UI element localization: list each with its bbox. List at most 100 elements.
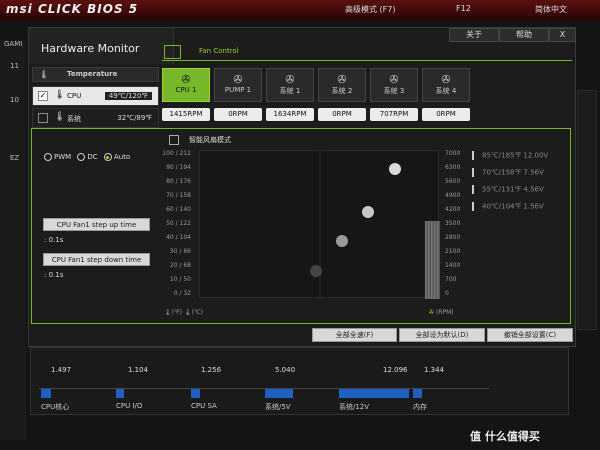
fan-icon: ✇	[181, 73, 191, 86]
hardware-monitor-dialog: Hardware Monitor 关于 帮助 X Fan Control 🌡 T…	[28, 27, 576, 347]
close-button[interactable]: X	[549, 28, 576, 42]
temp-unit-label: 🌡(℉) 🌡(℃)	[164, 309, 203, 316]
voltage-value: 5.040	[275, 366, 296, 374]
threshold-volt: 4.56V	[523, 185, 544, 194]
fan-tab-label: 系统 4	[435, 87, 457, 95]
bg-label-ez: EZ	[10, 154, 20, 162]
rpm-axis-tick: 6300	[445, 164, 461, 171]
rpm-axis-tick: 5600	[445, 178, 461, 185]
bg-label-10: 10	[10, 96, 19, 104]
voltage-value: 12.096	[383, 366, 408, 374]
step-down-time-button[interactable]: CPU Fan1 step down time	[43, 253, 150, 266]
fan-control-tab[interactable]: Fan Control	[199, 47, 299, 61]
temperature-header-label: Temperature	[67, 70, 118, 78]
curve-point-1[interactable]	[310, 265, 322, 277]
voltage-label: CPU SA	[191, 402, 217, 410]
undo-all-button[interactable]: 撤销全部设置(C)	[487, 328, 573, 342]
fan-rpm-sys4: 0RPM	[422, 108, 470, 121]
voltage-threshold-list: 85℃/185℉ 12.00V 70℃/158℉ 7.56V 55℃/131℉ …	[472, 151, 572, 221]
temp-axis-tick: 20 / 68	[169, 262, 191, 269]
temp-axis-tick: 60 / 140	[166, 206, 191, 213]
help-button[interactable]: 帮助	[499, 28, 549, 42]
threshold-temp: 70℃/158℉	[482, 168, 522, 177]
temp-axis-tick: 30 / 86	[169, 248, 191, 255]
about-button[interactable]: 关于	[449, 28, 499, 42]
voltage-bar-dram	[413, 389, 422, 398]
temp-cpu-checkbox[interactable]: ✓	[38, 91, 48, 101]
threshold-volt: 12.00V	[523, 151, 549, 160]
fan-tab-pump1[interactable]: ✇ PUMP 1	[214, 68, 262, 102]
advanced-mode-button[interactable]: 高级模式 (F7)	[345, 4, 395, 15]
temp-axis-tick: 90 / 194	[166, 164, 191, 171]
temp-axis-tick: 70 / 158	[166, 192, 191, 199]
fan-rpm-cpu1: 1415RPM	[162, 108, 210, 121]
bg-label-11: 11	[10, 62, 19, 70]
threshold-marker	[472, 202, 474, 211]
auto-label: Auto	[113, 153, 131, 161]
threshold-row: 70℃/158℉ 7.56V	[472, 168, 544, 177]
f12-screenshot-button[interactable]: F12	[456, 4, 471, 13]
temp-row-cpu[interactable]: ✓ 🌡 CPU 49℃/120℉	[32, 86, 159, 106]
temp-system-checkbox[interactable]	[38, 113, 48, 123]
voltage-bar-12v	[339, 389, 409, 398]
curve-point-3[interactable]	[362, 206, 374, 218]
fan-icon: ✇	[389, 73, 399, 86]
rpm-axis-tick: 7000	[445, 150, 461, 157]
temp-unit-f: (℉)	[171, 309, 183, 316]
threshold-volt: 1.56V	[523, 202, 544, 211]
fan-mode-selector: PWM DC Auto	[44, 153, 130, 161]
voltage-value: 1.256	[201, 366, 222, 374]
voltage-label: 内存	[413, 403, 427, 411]
fan-tab-label: CPU 1	[175, 86, 197, 94]
fan-curve-graph[interactable]	[199, 150, 440, 299]
temp-axis-tick: 100 / 212	[162, 150, 191, 157]
msi-logo: msi CLICK BIOS 5	[6, 2, 139, 16]
temp-axis-tick: 40 / 104	[166, 234, 191, 241]
fan-tab-sys1[interactable]: ✇ 系统 1	[266, 68, 314, 102]
dialog-title: Hardware Monitor	[41, 42, 140, 55]
language-button[interactable]: 简体中文	[535, 4, 567, 15]
fan-control-underline	[162, 60, 572, 61]
rpm-unit-label: ✇ (RPM)	[429, 309, 454, 316]
temp-axis-tick: 50 / 122	[166, 220, 191, 227]
rpm-axis: 7000 6300 5600 4900 4200 3500 2800 2100 …	[445, 150, 475, 300]
voltage-bar-5v	[265, 389, 293, 398]
temp-row-system[interactable]: 🌡 系统 32℃/89℉	[32, 108, 159, 128]
fan-icon: ✇	[233, 73, 243, 86]
dc-radio[interactable]	[77, 153, 86, 161]
pwm-radio[interactable]	[44, 153, 52, 161]
pwm-label: PWM	[54, 153, 72, 161]
fan-curve-svg	[310, 151, 440, 299]
threshold-temp: 55℃/131℉	[482, 185, 522, 194]
fan-tab-sys3[interactable]: ✇ 系统 3	[370, 68, 418, 102]
dc-label: DC	[87, 153, 98, 161]
curve-point-2[interactable]	[336, 235, 348, 247]
step-up-time-button[interactable]: CPU Fan1 step up time	[43, 218, 150, 231]
voltage-value: 1.104	[128, 366, 149, 374]
voltage-monitor: 1.497 1.104 1.256 5.040 12.096 1.344 CPU…	[30, 347, 569, 415]
fan-rpm-sys1: 1634RPM	[266, 108, 314, 121]
curve-point-4[interactable]	[389, 163, 401, 175]
thermometer-icon: 🌡	[183, 309, 192, 316]
step-down-time-value: : 0.1s	[44, 271, 64, 279]
smart-fan-label: 智能风扇模式	[189, 136, 231, 144]
rpm-axis-tick: 0	[445, 290, 449, 297]
rpm-axis-tick: 1400	[445, 262, 461, 269]
all-full-speed-button[interactable]: 全部全速(F)	[312, 328, 397, 342]
fan-tab-label: PUMP 1	[224, 86, 252, 94]
fan-rpm-sys3: 707RPM	[370, 108, 418, 121]
fan-tab-sys2[interactable]: ✇ 系统 2	[318, 68, 366, 102]
all-default-button[interactable]: 全部设为默认(D)	[399, 328, 485, 342]
fan-tab-label: 系统 2	[331, 87, 353, 95]
fan-tab-cpu1[interactable]: ✇ CPU 1	[162, 68, 210, 102]
fan-icon: ✇	[285, 73, 295, 86]
smart-fan-checkbox[interactable]	[169, 135, 179, 145]
voltage-bar-cpu-io	[116, 389, 124, 398]
auto-radio[interactable]	[103, 153, 112, 161]
temp-row-value: 32℃/89℉	[117, 114, 152, 122]
rpm-axis-tick: 2100	[445, 248, 461, 255]
rpm-axis-tick: 2800	[445, 234, 461, 241]
fan-tab-sys4[interactable]: ✇ 系统 4	[422, 68, 470, 102]
rpm-axis-tick: 4200	[445, 206, 461, 213]
step-up-time-value: : 0.1s	[44, 236, 64, 244]
